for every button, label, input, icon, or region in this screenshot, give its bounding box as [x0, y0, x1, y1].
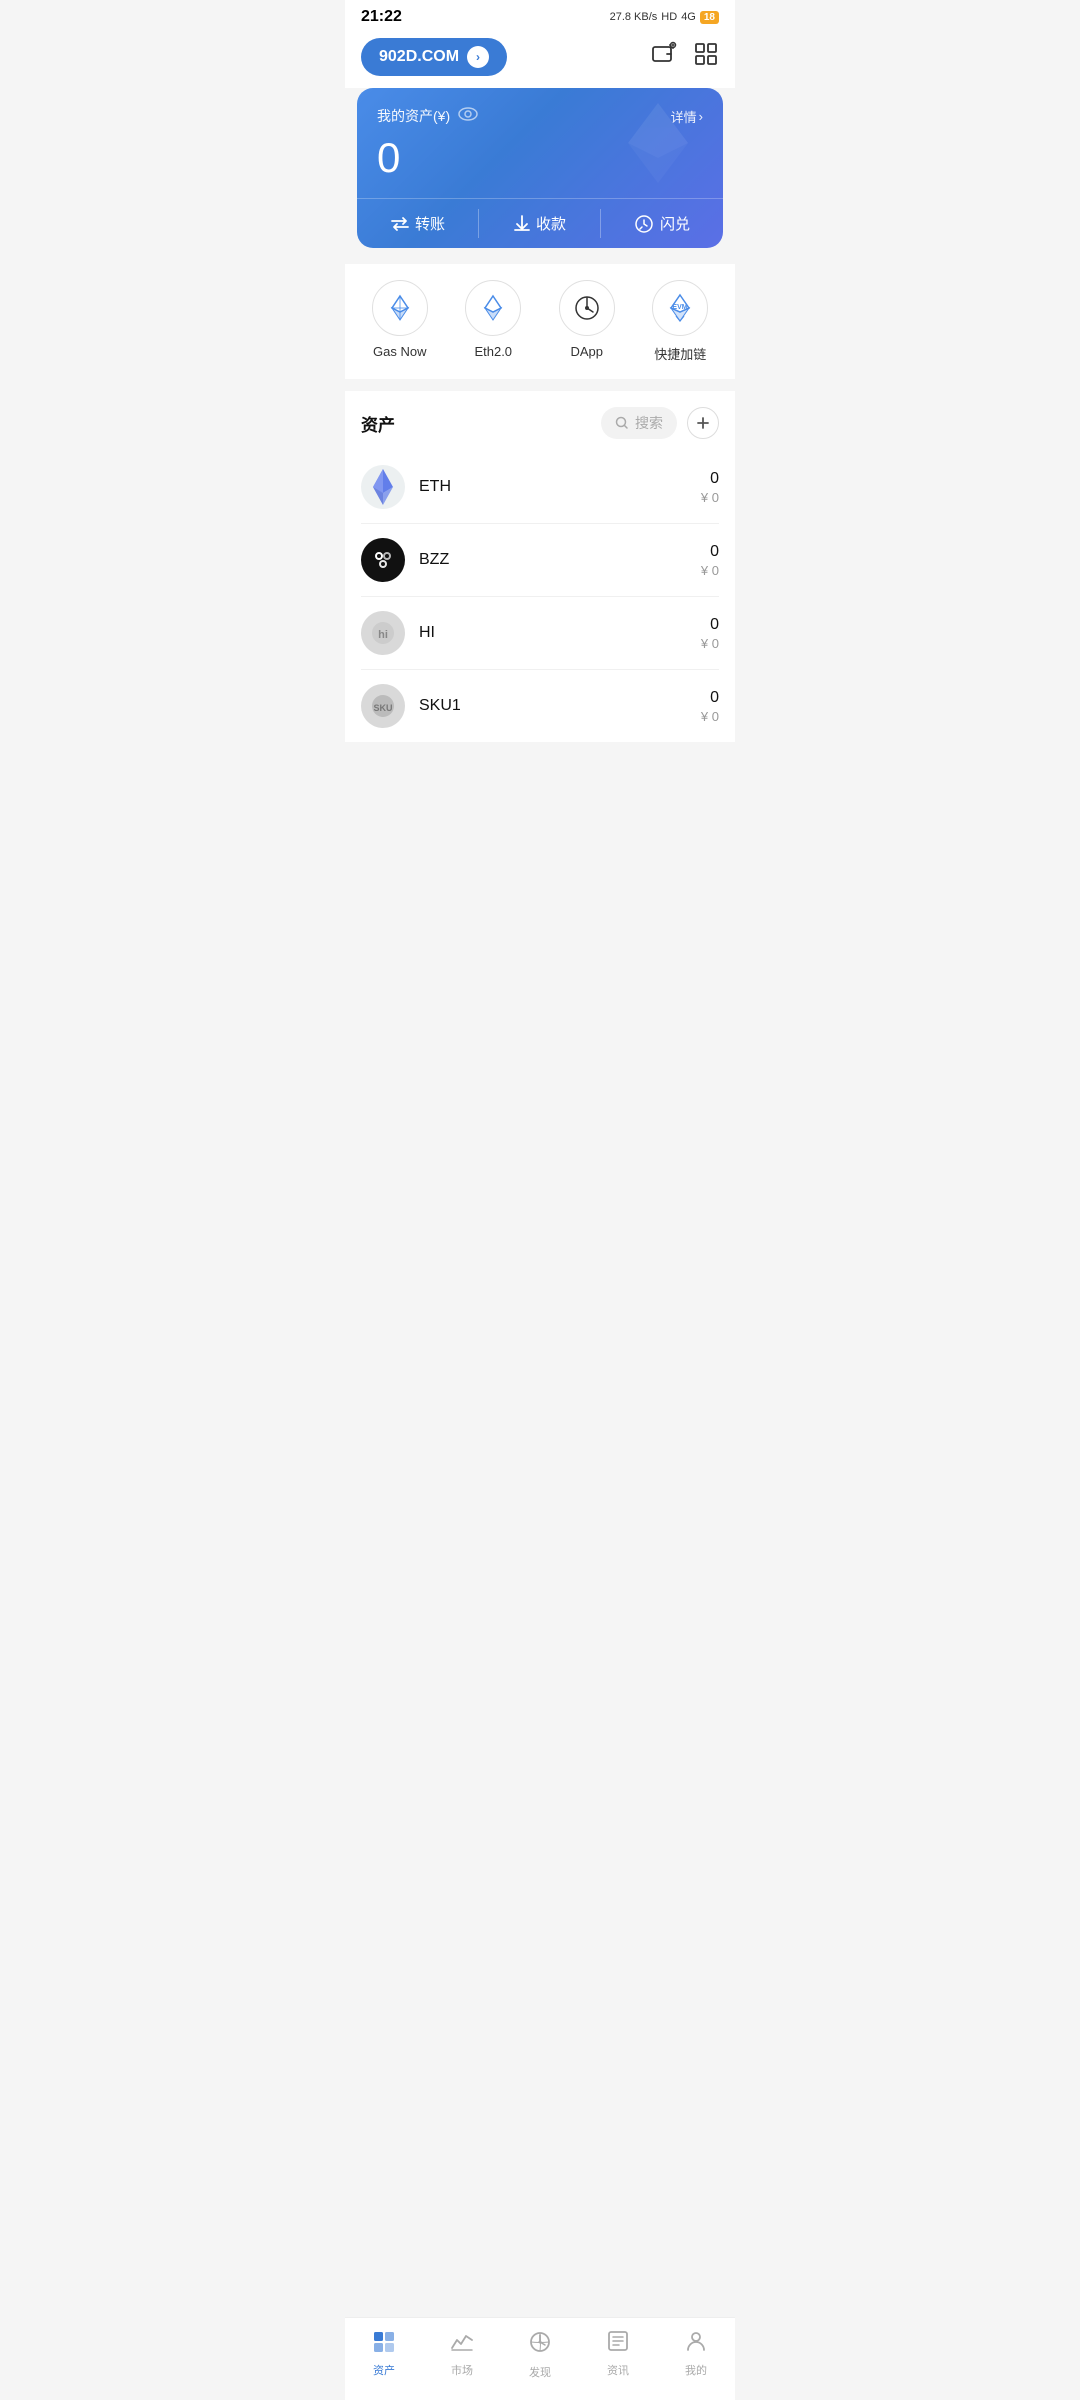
flash-swap-button[interactable]: 闪兑: [601, 199, 723, 248]
nav-item-discover[interactable]: 发现: [501, 2326, 579, 2384]
hi-amount: 0: [701, 616, 719, 634]
asset-label-text: 我的资产(¥): [377, 106, 450, 126]
asset-item-eth[interactable]: ETH 0 ¥ 0: [361, 451, 719, 524]
eth2-icon-circle: [465, 280, 521, 336]
assets-section: 资产 搜索 ETH: [345, 391, 735, 742]
quick-chain-icon-circle: EVM: [652, 280, 708, 336]
assets-title: 资产: [361, 411, 395, 436]
assets-nav-label: 资产: [373, 2362, 395, 2378]
quick-item-dapp[interactable]: DApp: [559, 280, 615, 363]
quick-menu: Gas Now Eth2.0 DApp EVM: [345, 264, 735, 379]
eth-watermark: [613, 98, 703, 193]
bzz-name: BZZ: [419, 551, 701, 569]
eye-icon[interactable]: [458, 107, 478, 126]
flash-label: 闪兑: [660, 213, 690, 234]
network-indicator: 4G: [681, 11, 696, 23]
bzz-amounts: 0 ¥ 0: [701, 543, 719, 578]
assets-header: 资产 搜索: [361, 391, 719, 451]
svg-text:hi: hi: [378, 629, 388, 641]
eth-amounts: 0 ¥ 0: [701, 470, 719, 505]
market-nav-label: 市场: [451, 2362, 473, 2378]
speed-indicator: 27.8 KB/s: [610, 11, 658, 23]
add-wallet-button[interactable]: [651, 41, 677, 73]
assets-controls: 搜索: [601, 407, 719, 439]
bzz-cny: ¥ 0: [701, 563, 719, 578]
svg-text:EVM: EVM: [673, 304, 688, 311]
asset-actions: 转账 收款 闪兑: [357, 198, 723, 248]
bzz-amount: 0: [701, 543, 719, 561]
sku1-amounts: 0 ¥ 0: [701, 689, 719, 724]
header: 902D.COM ›: [345, 30, 735, 88]
assets-nav-icon: [372, 2330, 396, 2358]
hd-indicator: HD: [661, 11, 677, 23]
sku1-name: SKU1: [419, 697, 701, 715]
hi-amounts: 0 ¥ 0: [701, 616, 719, 651]
quick-item-eth2[interactable]: Eth2.0: [465, 280, 521, 363]
market-nav-icon: [450, 2330, 474, 2358]
gas-now-icon-circle: [372, 280, 428, 336]
dapp-label: DApp: [570, 344, 603, 359]
gas-now-label: Gas Now: [373, 344, 426, 359]
hi-cny: ¥ 0: [701, 636, 719, 651]
discover-nav-icon: [528, 2330, 552, 2360]
news-nav-label: 资讯: [607, 2362, 629, 2378]
bzz-logo: [361, 538, 405, 582]
receive-label: 收款: [536, 213, 566, 234]
hi-name: HI: [419, 624, 701, 642]
profile-nav-label: 我的: [685, 2362, 707, 2378]
asset-card: 我的资产(¥) 详情 › 0 转账: [357, 88, 723, 248]
scan-button[interactable]: [693, 41, 719, 73]
nav-item-news[interactable]: 资讯: [579, 2326, 657, 2384]
receive-button[interactable]: 收款: [479, 199, 601, 248]
search-icon: [615, 416, 629, 430]
svg-text:SKU: SKU: [373, 703, 392, 713]
sku1-logo: SKU: [361, 684, 405, 728]
hi-logo: hi: [361, 611, 405, 655]
nav-item-assets[interactable]: 资产: [345, 2326, 423, 2384]
asset-item-bzz[interactable]: BZZ 0 ¥ 0: [361, 524, 719, 597]
eth-amount: 0: [701, 470, 719, 488]
eth-logo: [361, 465, 405, 509]
dapp-icon-circle: [559, 280, 615, 336]
brand-name: 902D.COM: [379, 48, 459, 66]
bottom-nav: 资产 市场 发现: [345, 2317, 735, 2400]
add-asset-button[interactable]: [687, 407, 719, 439]
nav-item-market[interactable]: 市场: [423, 2326, 501, 2384]
brand-arrow-icon: ›: [467, 46, 489, 68]
asset-label: 我的资产(¥): [377, 106, 478, 126]
quick-chain-label: 快捷加链: [654, 344, 706, 363]
search-box[interactable]: 搜索: [601, 407, 677, 439]
battery-indicator: 18: [700, 11, 719, 24]
eth2-label: Eth2.0: [474, 344, 512, 359]
sku1-cny: ¥ 0: [701, 709, 719, 724]
asset-item-sku1[interactable]: SKU SKU1 0 ¥ 0: [361, 670, 719, 742]
nav-item-profile[interactable]: 我的: [657, 2326, 735, 2384]
status-icons: 27.8 KB/s HD 4G 18: [610, 11, 719, 24]
header-actions: [651, 41, 719, 73]
transfer-button[interactable]: 转账: [357, 199, 479, 248]
search-placeholder: 搜索: [635, 413, 663, 433]
status-bar: 21:22 27.8 KB/s HD 4G 18: [345, 0, 735, 30]
eth-cny: ¥ 0: [701, 490, 719, 505]
transfer-label: 转账: [415, 213, 445, 234]
status-time: 21:22: [361, 8, 402, 26]
sku1-amount: 0: [701, 689, 719, 707]
brand-button[interactable]: 902D.COM ›: [361, 38, 507, 76]
eth-name: ETH: [419, 478, 701, 496]
news-nav-icon: [607, 2330, 629, 2358]
quick-item-gas-now[interactable]: Gas Now: [372, 280, 428, 363]
asset-item-hi[interactable]: hi HI 0 ¥ 0: [361, 597, 719, 670]
discover-nav-label: 发现: [529, 2364, 551, 2380]
quick-item-quick-chain[interactable]: EVM 快捷加链: [652, 280, 708, 363]
profile-nav-icon: [685, 2330, 707, 2358]
